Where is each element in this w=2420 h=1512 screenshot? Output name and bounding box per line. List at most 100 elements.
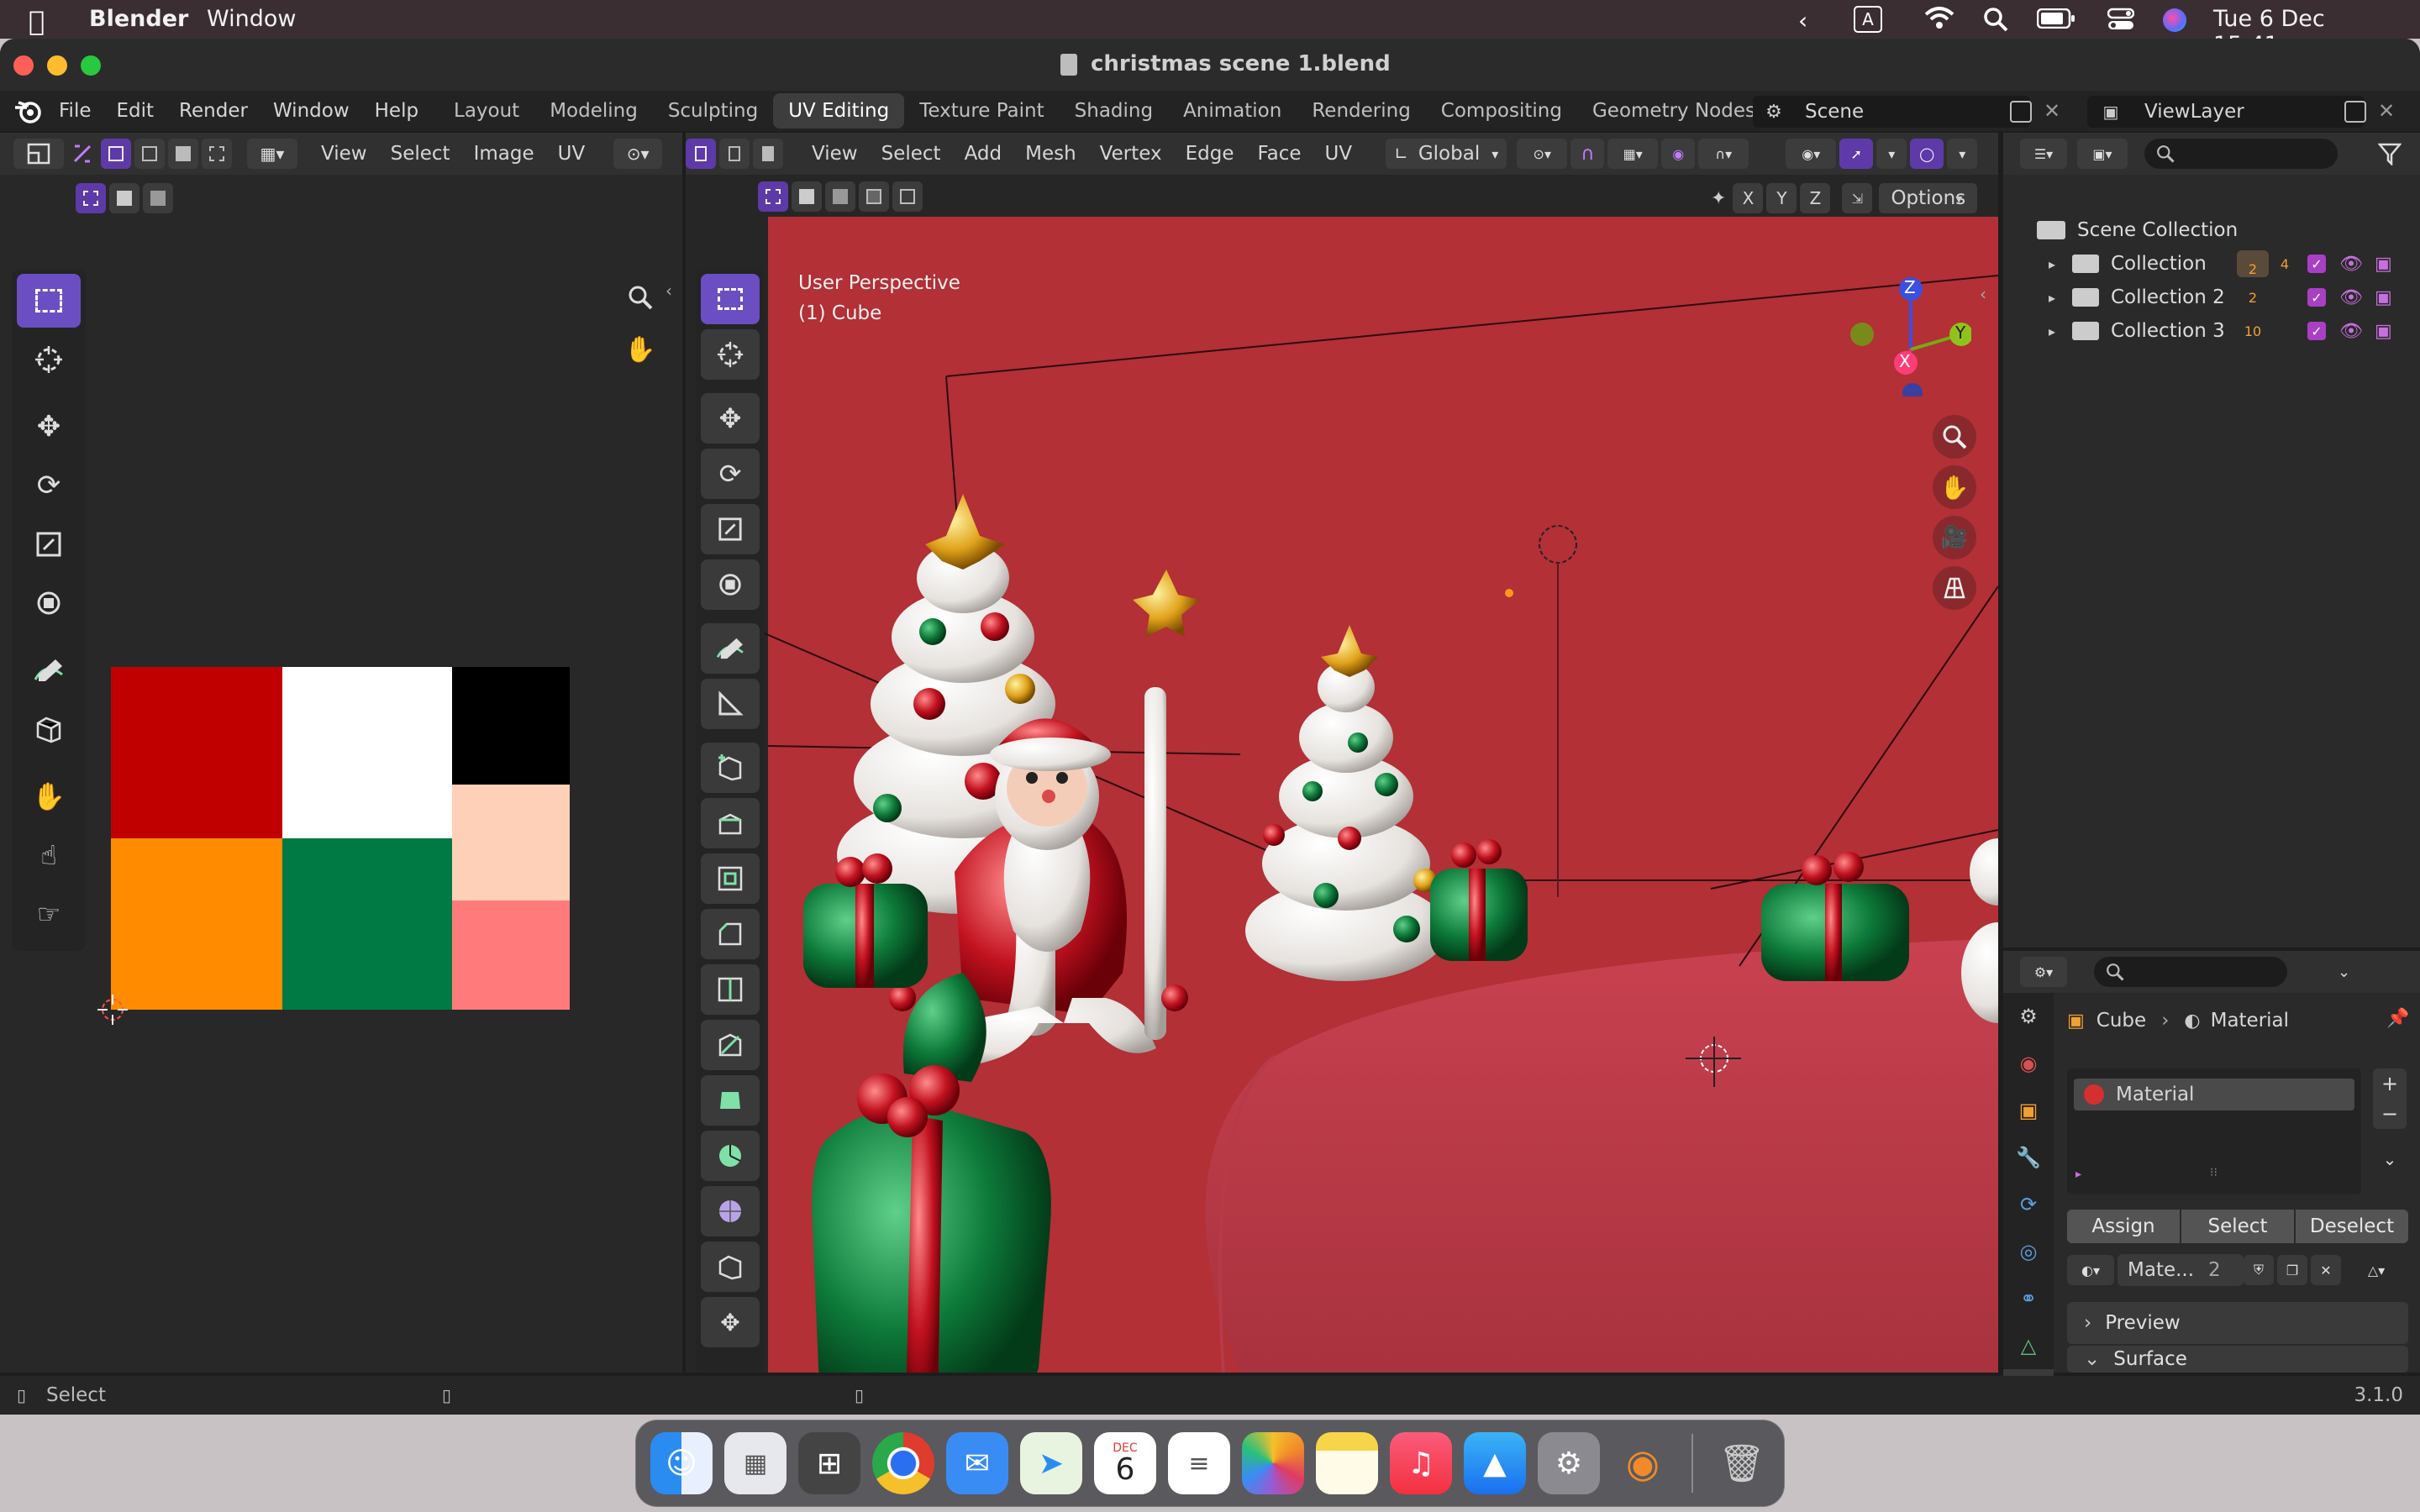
zoom-window-button[interactable] — [81, 55, 101, 76]
viewport-canvas[interactable] — [686, 217, 1998, 1373]
new-view-layer-icon[interactable] — [2344, 101, 2366, 123]
tab-geometry-nodes[interactable]: Geometry Nodes — [1577, 93, 1770, 129]
window-menu[interactable]: Window — [207, 6, 296, 32]
resize-handle-icon[interactable]: ⁝⁝ — [2210, 1166, 2217, 1179]
object-tab-icon[interactable]: ▣ — [2003, 1087, 2054, 1134]
auto-merge-icon[interactable]: ⇲ — [1842, 183, 1873, 213]
edit-menu[interactable]: Edit — [117, 100, 155, 122]
tab-shading[interactable]: Shading — [1060, 93, 1168, 129]
vp-add-cube-tool[interactable] — [701, 743, 760, 793]
music-icon[interactable]: ♫ — [1390, 1432, 1452, 1494]
material-name-field[interactable]: Mate... 2 — [2118, 1254, 2244, 1286]
options-dropdown[interactable]: Options — [1879, 183, 1978, 213]
vp-poly-build-tool[interactable] — [701, 1075, 760, 1126]
display-mode-icon[interactable]: ▣▾ — [2077, 139, 2128, 169]
vp-spin-tool[interactable] — [701, 1131, 760, 1181]
calculator-icon[interactable]: ⊞ — [798, 1432, 860, 1494]
photos-icon[interactable] — [1242, 1432, 1304, 1494]
vp-uv-menu[interactable]: UV — [1325, 143, 1353, 165]
gizmo-toggle-icon[interactable]: ➚ — [1839, 139, 1874, 169]
app-name-menu[interactable]: Blender — [89, 6, 188, 32]
vp-face-menu[interactable]: Face — [1257, 143, 1301, 165]
expand-arrow-icon[interactable]: ▸ — [2049, 323, 2072, 339]
vp-measure-tool[interactable] — [701, 679, 760, 729]
tab-modeling[interactable]: Modeling — [534, 93, 653, 129]
vp-shear-tool[interactable] — [701, 1242, 760, 1292]
exclude-checkbox[interactable]: ✓ — [2307, 322, 2326, 340]
mirror-z-toggle[interactable]: Z — [1800, 183, 1831, 213]
trash-icon[interactable]: 🗑 — [1711, 1432, 1773, 1494]
vp-select-subtract-icon[interactable] — [825, 181, 855, 212]
vp-smooth-tool[interactable] — [701, 1186, 760, 1236]
tab-animation[interactable]: Animation — [1168, 93, 1297, 129]
control-center-icon[interactable] — [2107, 8, 2134, 31]
vp-rip-tool[interactable]: ✥ — [701, 1297, 760, 1347]
select-new-icon[interactable] — [76, 183, 106, 213]
mesh-count-badge[interactable]: 2 — [2237, 290, 2269, 306]
mirror-y-toggle[interactable]: Y — [1766, 183, 1797, 213]
select-box-tool[interactable] — [17, 274, 81, 328]
editor-type-icon[interactable] — [13, 139, 64, 169]
new-scene-icon[interactable] — [2010, 101, 2032, 123]
uv-image-menu[interactable]: Image — [474, 143, 534, 165]
preview-section[interactable]: › Preview — [2067, 1302, 2408, 1344]
vp-pan-icon[interactable]: ✋ — [1933, 465, 1976, 509]
blender-logo-icon[interactable] — [13, 97, 42, 124]
vp-edge-menu[interactable]: Edge — [1186, 143, 1234, 165]
render-menu[interactable]: Render — [179, 100, 248, 122]
material-count-badge[interactable]: 4 — [2269, 256, 2301, 272]
filter-icon[interactable] — [2378, 142, 2402, 165]
pan-hand-icon[interactable]: ✋ — [623, 333, 657, 366]
notes-icon[interactable] — [1316, 1432, 1378, 1494]
overlay-toggle-icon[interactable]: ◯ — [1910, 139, 1944, 169]
vertex-select-mode[interactable] — [101, 139, 131, 169]
collection-row-3[interactable]: ▸ Collection 3 10 ✓ 👁 ▣ — [2037, 314, 2407, 348]
expand-arrow-icon[interactable]: ▸ — [2049, 256, 2072, 272]
vp-add-menu[interactable]: Add — [965, 143, 1002, 165]
tab-uv-editing[interactable]: UV Editing — [773, 93, 905, 129]
props-options-chevron-icon[interactable]: ⌄ — [2338, 963, 2350, 981]
zoom-icon[interactable] — [623, 281, 657, 314]
particles-tab-icon[interactable]: ⟳ — [2003, 1181, 2054, 1228]
help-menu[interactable]: Help — [375, 100, 418, 122]
select-extend-icon[interactable] — [109, 183, 139, 213]
select-button[interactable]: Select — [2181, 1210, 2294, 1243]
edge-select-mode[interactable] — [134, 139, 165, 169]
camera-icon[interactable]: ▣ — [2375, 254, 2392, 275]
snap-target-icon[interactable]: ▦▾ — [1607, 139, 1659, 169]
vp-mesh-menu[interactable]: Mesh — [1025, 143, 1076, 165]
finder-icon[interactable]: ☺ — [650, 1432, 713, 1494]
outliner-search-input[interactable] — [2144, 139, 2338, 169]
vp-annotate-tool[interactable] — [701, 623, 760, 674]
vp-extrude-tool[interactable] — [701, 798, 760, 848]
vp-transform-tool[interactable] — [701, 559, 760, 610]
launchpad-icon[interactable]: ▦ — [724, 1432, 786, 1494]
scene-selector[interactable]: ⚙ Scene — [1753, 96, 2030, 128]
vertex-mode-icon[interactable] — [686, 139, 716, 169]
spotlight-search-icon[interactable] — [1983, 7, 2008, 32]
tab-sculpting[interactable]: Sculpting — [653, 93, 773, 129]
battery-icon[interactable] — [2037, 8, 2075, 29]
scale-tool[interactable] — [17, 517, 81, 571]
uv-texture-image[interactable] — [111, 667, 570, 1010]
unlink-material-icon[interactable]: ✕ — [2311, 1255, 2341, 1285]
camera-icon[interactable]: ▣ — [2375, 287, 2392, 308]
deselect-button[interactable]: Deselect — [2296, 1210, 2408, 1243]
vp-select-invert-icon[interactable] — [859, 181, 889, 212]
mesh-count-badge[interactable]: 10 — [2237, 323, 2269, 339]
relax-tool[interactable]: ☝ — [17, 828, 81, 882]
face-mode-icon[interactable] — [753, 139, 783, 169]
browse-material-icon[interactable]: ◐▾ — [2067, 1255, 2114, 1285]
tab-layout[interactable]: Layout — [439, 93, 534, 129]
island-select-mode[interactable] — [202, 139, 232, 169]
system-settings-icon[interactable]: ⚙ — [1538, 1432, 1600, 1494]
cursor-tool[interactable] — [17, 333, 81, 386]
maps-icon[interactable]: ➤ — [1020, 1432, 1082, 1494]
wifi-icon[interactable] — [1924, 6, 1954, 29]
pinch-tool[interactable]: ☞ — [17, 887, 81, 941]
vp-select-box-tool[interactable] — [701, 274, 760, 324]
vp-select-menu[interactable]: Select — [881, 143, 941, 165]
mesh-count-badge[interactable]: 2 — [2237, 250, 2269, 277]
vp-select-intersect-icon[interactable] — [892, 181, 923, 212]
edge-mode-icon[interactable] — [719, 139, 750, 169]
